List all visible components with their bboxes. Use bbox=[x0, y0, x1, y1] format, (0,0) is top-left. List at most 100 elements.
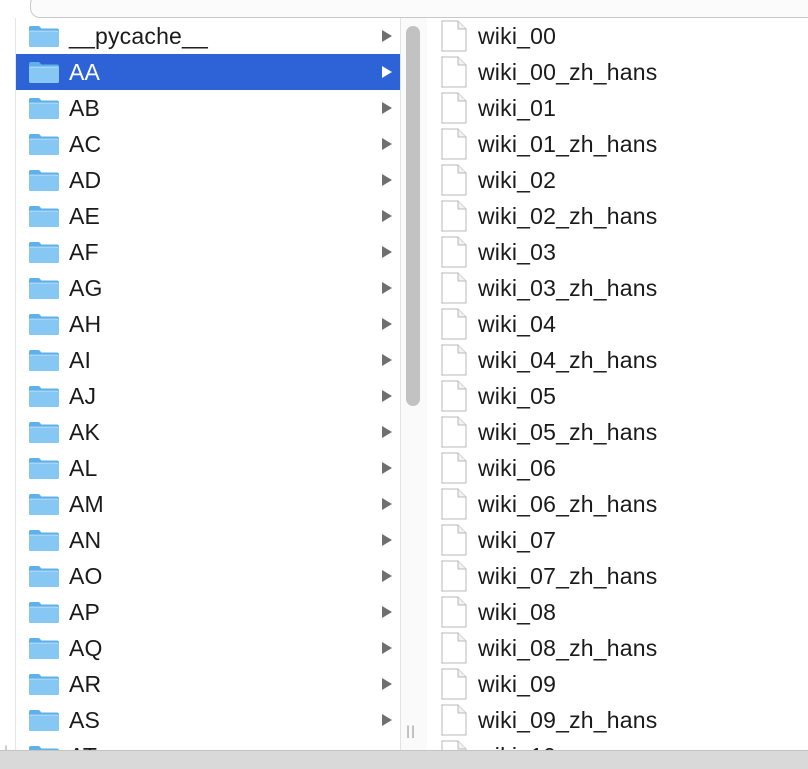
file-name: wiki_03_zh_hans bbox=[478, 274, 658, 301]
folder-name: AN bbox=[69, 526, 102, 553]
file-name: wiki_10 bbox=[478, 743, 556, 751]
document-icon bbox=[441, 164, 467, 196]
file-row[interactable]: wiki_09 bbox=[427, 666, 808, 702]
document-icon bbox=[441, 200, 467, 232]
folder-row[interactable]: AR bbox=[16, 666, 400, 702]
folder-name: AQ bbox=[69, 634, 103, 661]
folder-column-scrollbar[interactable]: || bbox=[400, 18, 428, 750]
folder-row[interactable]: AM bbox=[16, 486, 400, 522]
folder-icon bbox=[29, 242, 59, 263]
file-name: wiki_01_zh_hans bbox=[478, 130, 658, 157]
document-icon bbox=[441, 344, 467, 376]
file-name: wiki_09_zh_hans bbox=[478, 706, 658, 733]
file-row[interactable]: wiki_01_zh_hans bbox=[427, 126, 808, 162]
folder-row[interactable]: AQ bbox=[16, 630, 400, 666]
document-icon bbox=[441, 452, 467, 484]
scrollbar-thumb[interactable] bbox=[406, 26, 420, 406]
folder-row[interactable]: AJ bbox=[16, 378, 400, 414]
chevron-right-icon bbox=[382, 318, 392, 330]
window-top-edge bbox=[0, 0, 808, 19]
folder-row[interactable]: AA bbox=[16, 54, 400, 90]
file-row[interactable]: wiki_05 bbox=[427, 378, 808, 414]
column-resize-handle[interactable]: || bbox=[406, 724, 416, 738]
file-row[interactable]: wiki_01 bbox=[427, 90, 808, 126]
document-icon bbox=[441, 128, 467, 160]
chevron-right-icon bbox=[382, 570, 392, 582]
chevron-right-icon bbox=[382, 66, 392, 78]
file-row[interactable]: wiki_06 bbox=[427, 450, 808, 486]
folder-row[interactable]: AO bbox=[16, 558, 400, 594]
chevron-right-icon bbox=[382, 138, 392, 150]
file-row[interactable]: wiki_10 bbox=[427, 738, 808, 750]
folder-name: AI bbox=[69, 346, 92, 373]
document-icon bbox=[441, 596, 467, 628]
file-name: wiki_04_zh_hans bbox=[478, 346, 658, 373]
file-row[interactable]: wiki_08 bbox=[427, 594, 808, 630]
file-row[interactable]: wiki_00 bbox=[427, 18, 808, 54]
folder-row[interactable]: AI bbox=[16, 342, 400, 378]
file-name: wiki_01 bbox=[478, 94, 557, 121]
document-icon bbox=[441, 308, 467, 340]
folder-row[interactable]: AG bbox=[16, 270, 400, 306]
folder-row[interactable]: AE bbox=[16, 198, 400, 234]
folder-icon bbox=[29, 26, 59, 47]
folder-row[interactable]: AD bbox=[16, 162, 400, 198]
chevron-right-icon bbox=[382, 498, 392, 510]
folder-icon bbox=[29, 134, 59, 155]
file-row[interactable]: wiki_04 bbox=[427, 306, 808, 342]
horizontal-scrollbar[interactable] bbox=[0, 750, 808, 769]
file-row[interactable]: wiki_03_zh_hans bbox=[427, 270, 808, 306]
file-row[interactable]: wiki_09_zh_hans bbox=[427, 702, 808, 738]
file-row[interactable]: wiki_07 bbox=[427, 522, 808, 558]
chevron-right-icon bbox=[382, 210, 392, 222]
file-name: wiki_07 bbox=[478, 526, 557, 553]
folder-name: AA bbox=[69, 58, 101, 85]
file-row[interactable]: wiki_02_zh_hans bbox=[427, 198, 808, 234]
chevron-right-icon bbox=[382, 426, 392, 438]
folder-row[interactable]: AS bbox=[16, 702, 400, 738]
folder-name: AS bbox=[69, 706, 101, 733]
folder-icon bbox=[29, 494, 59, 515]
folder-row[interactable]: AN bbox=[16, 522, 400, 558]
folder-row[interactable]: AF bbox=[16, 234, 400, 270]
file-row[interactable]: wiki_03 bbox=[427, 234, 808, 270]
file-name: wiki_09 bbox=[478, 670, 557, 697]
chevron-right-icon bbox=[382, 678, 392, 690]
folder-row[interactable]: AB bbox=[16, 90, 400, 126]
folder-name: AC bbox=[69, 130, 102, 157]
folder-icon bbox=[29, 98, 59, 119]
folder-row[interactable]: AH bbox=[16, 306, 400, 342]
folder-name: AF bbox=[69, 238, 99, 265]
folder-row[interactable]: AK bbox=[16, 414, 400, 450]
file-row[interactable]: wiki_06_zh_hans bbox=[427, 486, 808, 522]
folder-name: AJ bbox=[69, 382, 97, 409]
file-row[interactable]: wiki_00_zh_hans bbox=[427, 54, 808, 90]
chevron-right-icon bbox=[382, 390, 392, 402]
folder-row[interactable]: __pycache__ bbox=[16, 18, 400, 54]
folder-icon bbox=[29, 566, 59, 587]
file-row[interactable]: wiki_04_zh_hans bbox=[427, 342, 808, 378]
document-icon bbox=[441, 20, 467, 52]
folder-icon bbox=[29, 710, 59, 731]
file-row[interactable]: wiki_08_zh_hans bbox=[427, 630, 808, 666]
folder-icon bbox=[29, 62, 59, 83]
document-icon bbox=[441, 92, 467, 124]
chevron-right-icon bbox=[382, 246, 392, 258]
file-name: wiki_04 bbox=[478, 310, 557, 337]
document-icon bbox=[441, 704, 467, 736]
folder-row[interactable]: AP bbox=[16, 594, 400, 630]
chevron-right-icon bbox=[382, 534, 392, 546]
file-row[interactable]: wiki_05_zh_hans bbox=[427, 414, 808, 450]
folder-icon bbox=[29, 422, 59, 443]
file-row[interactable]: wiki_02 bbox=[427, 162, 808, 198]
file-column: wiki_00 wiki_00_zh_hans wiki_01 wiki_01_… bbox=[427, 18, 808, 750]
chevron-right-icon bbox=[382, 714, 392, 726]
folder-row[interactable]: AC bbox=[16, 126, 400, 162]
document-icon bbox=[441, 488, 467, 520]
folder-icon bbox=[29, 170, 59, 191]
folder-row[interactable]: AT bbox=[16, 738, 400, 750]
document-icon bbox=[441, 524, 467, 556]
file-row[interactable]: wiki_07_zh_hans bbox=[427, 558, 808, 594]
folder-icon bbox=[29, 350, 59, 371]
folder-row[interactable]: AL bbox=[16, 450, 400, 486]
